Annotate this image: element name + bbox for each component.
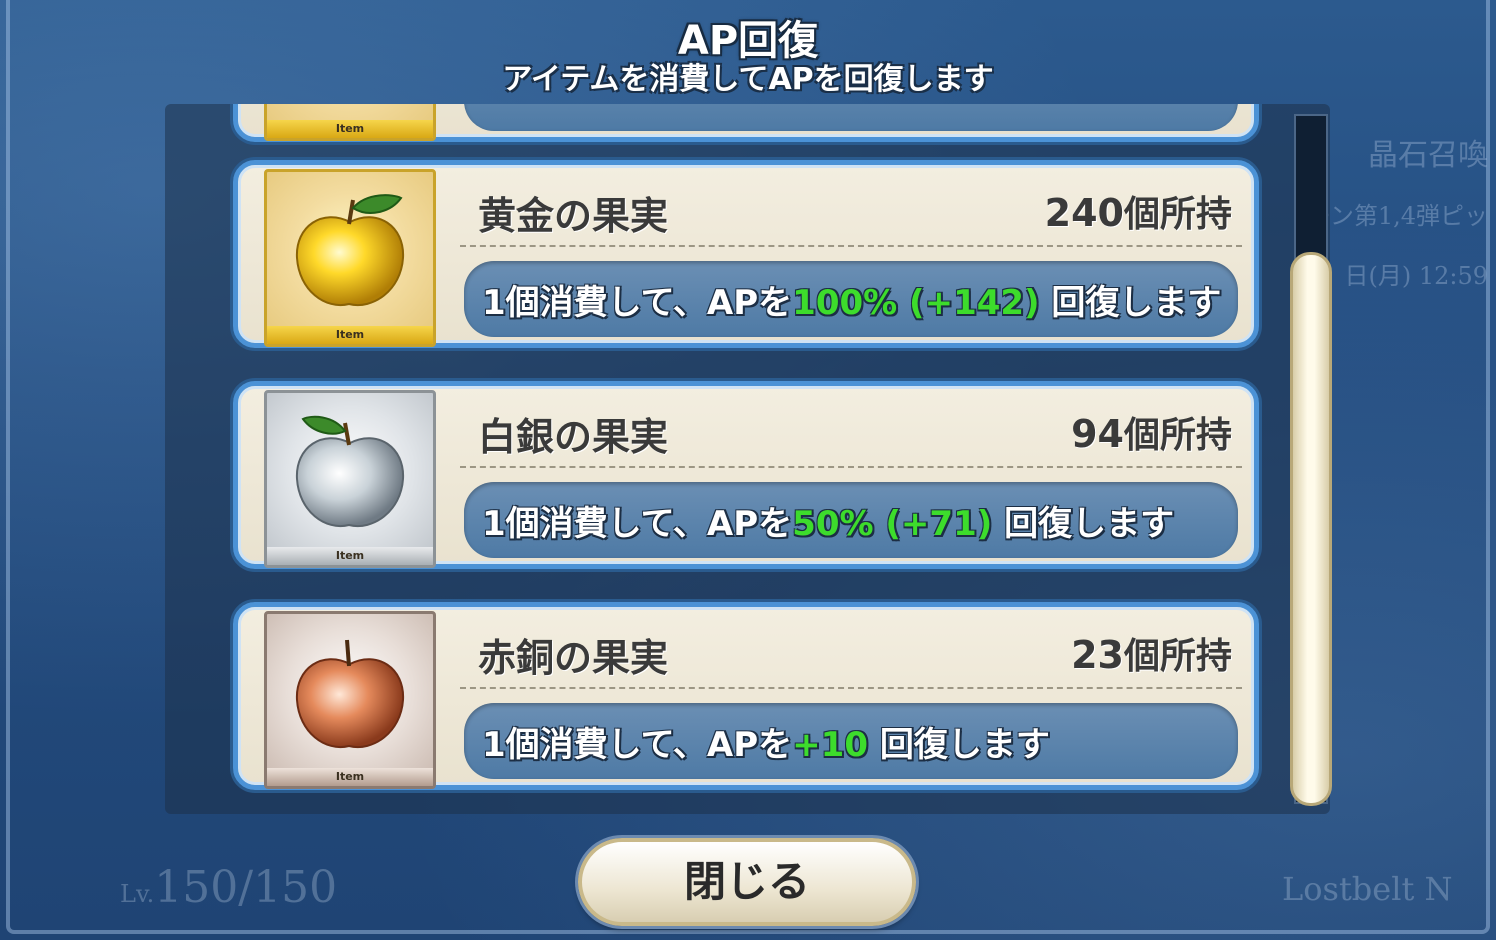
item-desc-bar: 1個消費して、APを50% (+71) 回復します: [464, 482, 1238, 558]
gold-fruit-thumbnail: Item: [264, 169, 436, 347]
item-desc-bar: [464, 104, 1238, 131]
item-description: 1個消費して、APを50% (+71) 回復します: [482, 504, 1175, 544]
item-count: 23個所持: [1071, 633, 1232, 677]
dialog-subtitle: アイテムを消費してAPを回復します: [502, 62, 994, 97]
item-desc-bar: 1個消費して、APを100% (+142) 回復します: [464, 261, 1238, 337]
item-thumb-label: Item: [267, 120, 433, 138]
item-card-gold-fruit[interactable]: Item 黄金の果実 240個所持 1個消費して、APを100% (+142) …: [233, 160, 1259, 348]
item-description: 1個消費して、APを+10 回復します: [482, 725, 1050, 765]
item-divider: [460, 245, 1242, 247]
item-count: 240個所持: [1044, 191, 1232, 235]
close-button[interactable]: 閉じる: [578, 838, 916, 926]
silver-apple-icon: [295, 415, 405, 528]
silver-fruit-thumbnail: Item: [264, 390, 436, 568]
item-card-silver-fruit[interactable]: Item 白銀の果実 94個所持 1個消費して、APを50% (+71) 回復し…: [233, 381, 1259, 569]
item-divider: [460, 466, 1242, 468]
item-thumb-label: Item: [267, 768, 433, 786]
item-list[interactable]: Item Item 黄金の果実 240個所持 1個消費して、APを100% (+…: [165, 104, 1330, 814]
item-thumb-label: Item: [267, 547, 433, 565]
item-card-bronze-fruit[interactable]: Item 赤銅の果実 23個所持 1個消費して、APを+10 回復します: [233, 602, 1259, 790]
item-name: 黄金の果実: [478, 194, 669, 238]
gold-apple-icon: [295, 194, 405, 307]
item-card-partial[interactable]: Item: [233, 104, 1259, 142]
item-desc-bar: 1個消費して、APを+10 回復します: [464, 703, 1238, 779]
item-description: 1個消費して、APを100% (+142) 回復します: [482, 283, 1222, 323]
scrollbar-thumb[interactable]: [1290, 252, 1332, 806]
item-name: 白銀の果実: [478, 415, 669, 459]
item-thumbnail: Item: [264, 104, 436, 141]
item-count: 94個所持: [1071, 412, 1232, 456]
item-thumb-label: Item: [267, 326, 433, 344]
item-name: 赤銅の果実: [478, 636, 669, 680]
bronze-fruit-thumbnail: Item: [264, 611, 436, 789]
item-divider: [460, 687, 1242, 689]
bronze-apple-icon: [295, 639, 405, 749]
